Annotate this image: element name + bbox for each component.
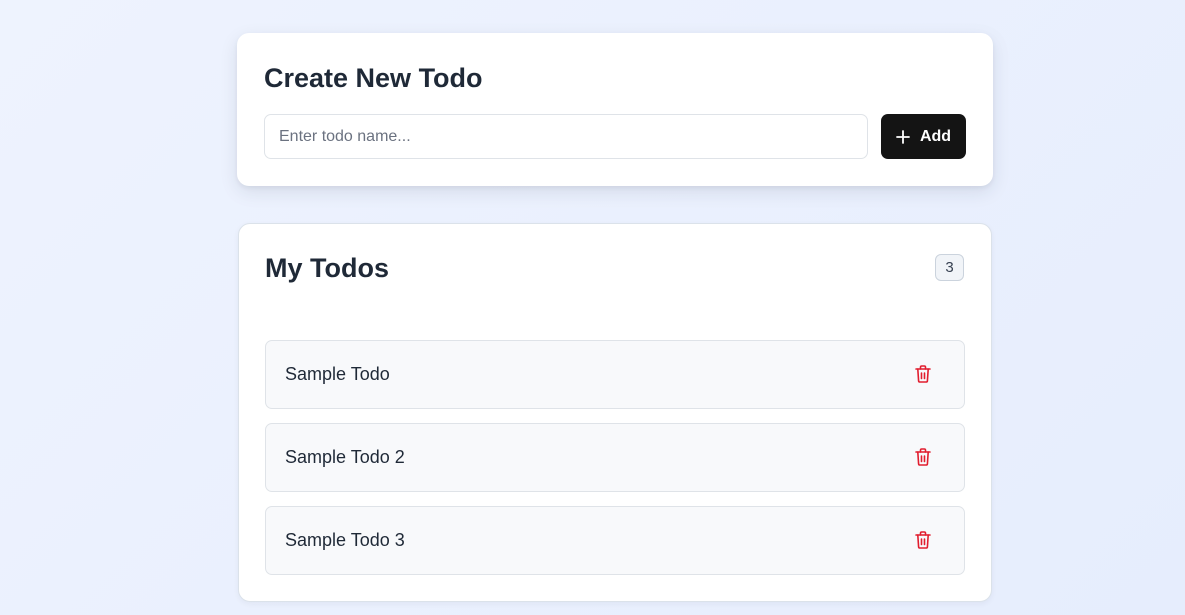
todo-name-input[interactable]: [264, 114, 868, 159]
todo-item-name: Sample Todo 3: [285, 530, 405, 550]
todo-item: Sample Todo: [265, 340, 965, 409]
todo-item-name: Sample Todo 2: [285, 447, 405, 467]
trash-icon: [915, 447, 931, 469]
plus-icon: [896, 129, 910, 144]
my-todos-card: My Todos 3 Sample Todo Sample Todo 2 Sam…: [238, 223, 992, 602]
create-todo-title: Create New Todo: [264, 63, 483, 93]
delete-todo-button[interactable]: [909, 361, 937, 389]
add-button-label: Add: [919, 127, 952, 145]
my-todos-title: My Todos: [265, 253, 389, 283]
delete-todo-button[interactable]: [909, 527, 937, 555]
add-button[interactable]: Add: [881, 114, 966, 159]
todo-item-name: Sample Todo: [285, 364, 390, 384]
create-todo-card: Create New Todo Add: [237, 33, 993, 186]
todo-item: Sample Todo 2: [265, 423, 965, 492]
todo-count-badge: 3: [935, 254, 964, 281]
trash-icon: [915, 530, 931, 552]
todo-item: Sample Todo 3: [265, 506, 965, 575]
todo-list: Sample Todo Sample Todo 2 Sample Todo 3: [265, 340, 965, 589]
trash-icon: [915, 364, 931, 386]
delete-todo-button[interactable]: [909, 444, 937, 472]
